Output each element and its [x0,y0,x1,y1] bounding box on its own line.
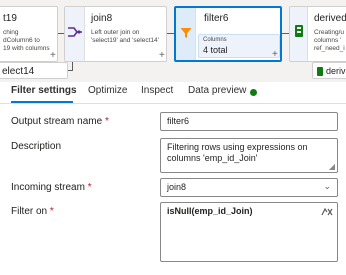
tab-optimize[interactable]: Optimize [88,85,127,96]
output-stream-name-value: filter6 [167,116,190,126]
node-title: filter6 [204,13,229,24]
expression-builder-icon[interactable] [321,207,333,217]
add-step-icon[interactable]: + [272,50,278,60]
description-textarea[interactable]: Filtering rows using expressions on colu… [160,138,338,173]
tab-data-preview[interactable]: Data preview [188,85,246,96]
node-icon-column [176,8,196,60]
columns-count: 4 total [203,45,228,55]
node-icon-column [65,7,85,61]
filter-expression-editor[interactable]: isNull(emp_id_Join) [160,202,338,262]
node-title: derivedC [314,13,346,24]
derived-column-icon [317,67,323,76]
columns-label: Columns [203,37,227,43]
derived-column-icon [295,25,303,37]
active-tab-indicator [11,101,73,103]
node-icon-column [290,7,308,61]
filter-on-label: Filter on * [11,206,54,217]
settings-tab-bar: Filter settings Optimize Inspect Data pr… [0,82,346,104]
filter-icon [180,28,192,38]
node-description: ching dColumn6 to 19 with columns [3,29,50,52]
status-dot-icon [250,89,257,96]
node-title: elect14 [2,66,35,77]
output-stream-name-input[interactable]: filter6 [160,112,338,131]
node-join8[interactable]: join8 Left outer join on 'select19' and … [64,6,167,62]
add-step-icon[interactable]: + [159,51,165,61]
node-title: t19 [3,13,17,24]
output-stream-name-label: Output stream name * [11,116,109,127]
description-value: Filtering rows using expressions on colu… [167,142,308,163]
add-step-icon[interactable]: + [50,51,56,61]
pipeline-canvas: t19 ching dColumn6 to 19 with columns + … [0,0,346,82]
chevron-down-icon: ⌄ [323,181,331,191]
node-description: Creating/u columns ' ref_need_i [314,29,345,52]
connector [68,70,73,71]
description-label: Description [11,141,62,152]
incoming-stream-select[interactable]: join8 ⌄ [160,178,338,197]
join-icon [68,27,82,37]
incoming-stream-label: Incoming stream * [11,182,92,193]
incoming-stream-value: join8 [167,182,187,192]
node-columns-summary: Columns 4 total [198,34,280,58]
node-title: deriv [326,66,346,76]
node-filter6[interactable]: filter6 Columns 4 total + [174,6,282,62]
node-derived-lower[interactable]: deriv [312,62,346,79]
node-derived-column[interactable]: derivedC Creating/u columns ' ref_need_i [289,6,346,62]
node-title: join8 [91,13,113,24]
connector [282,33,289,34]
node-description: Left outer join on 'select19' and 'selec… [91,29,159,44]
connector [167,33,174,34]
filter-expression-value: isNull(emp_id_Join) [167,206,253,216]
resize-grip-icon[interactable]: ◢ [329,163,335,171]
node-select19[interactable]: t19 ching dColumn6 to 19 with columns + [0,6,58,62]
node-select14[interactable]: elect14 [0,62,68,79]
tab-inspect[interactable]: Inspect [141,85,173,96]
tab-filter-settings[interactable]: Filter settings [11,85,77,96]
